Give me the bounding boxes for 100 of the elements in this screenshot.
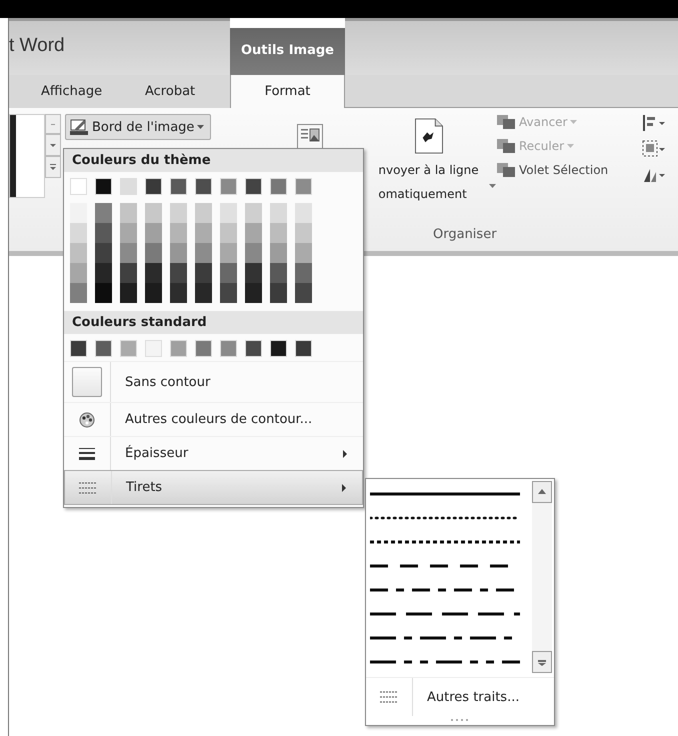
color-swatch[interactable] [120,340,137,357]
color-swatch[interactable] [170,243,187,263]
color-swatch[interactable] [195,340,212,357]
color-swatch[interactable] [270,340,287,357]
color-swatch[interactable] [195,263,212,283]
button-label: nvoyer à la ligne omatiquement [378,162,479,203]
palette-icon [79,412,95,428]
color-swatch[interactable] [170,178,187,195]
wrap-text-button[interactable]: nvoyer à la ligne omatiquement [365,114,492,206]
border-button[interactable]: Bord de l'image [65,114,212,140]
color-swatch[interactable] [170,223,187,243]
color-swatch[interactable] [245,223,262,243]
dashed-lines-icon [79,482,97,494]
color-swatch[interactable] [70,203,87,223]
color-swatch[interactable] [120,283,137,303]
color-swatch[interactable] [295,203,312,223]
style-gallery[interactable] [9,114,45,198]
ribbon-tab[interactable]: Acrobat [113,75,230,108]
scroll-up-icon [532,481,552,503]
color-swatch[interactable] [145,223,162,243]
layers-icon [496,138,516,154]
color-swatch[interactable] [245,203,262,223]
color-swatch[interactable] [220,340,237,357]
color-swatch[interactable] [270,203,287,223]
color-swatch[interactable] [195,178,212,195]
color-swatch[interactable] [245,243,262,263]
layers-icon [496,114,516,130]
section-header: Couleurs du thème [64,149,363,172]
color-swatch[interactable] [145,340,162,357]
color-swatch[interactable] [245,340,262,357]
color-swatch[interactable] [270,263,287,283]
color-swatch[interactable] [245,283,262,303]
color-swatch[interactable] [220,203,237,223]
color-swatch[interactable] [220,283,237,303]
color-swatch[interactable] [70,178,87,195]
color-swatch[interactable] [70,243,87,263]
color-swatch[interactable] [170,340,187,357]
color-swatch[interactable] [70,340,87,357]
color-swatch[interactable] [120,178,137,195]
color-swatch[interactable] [295,263,312,283]
color-swatch[interactable] [195,283,212,303]
caret-icon [197,125,204,129]
color-swatch[interactable] [95,340,112,357]
color-swatch[interactable] [95,243,112,263]
ribbon-tab[interactable]: Affichage [9,75,113,108]
color-swatch[interactable] [270,178,287,195]
menu-item[interactable]: Autres traits... [366,677,554,716]
color-swatch[interactable] [170,283,187,303]
color-swatch[interactable] [295,223,312,243]
color-swatch[interactable] [120,223,137,243]
color-swatch[interactable] [95,223,112,243]
color-swatch[interactable] [220,178,237,195]
ribbon-tab[interactable]: Format [230,75,345,108]
color-swatch[interactable] [220,223,237,243]
color-swatch[interactable] [195,243,212,263]
color-swatch[interactable] [95,203,112,223]
color-swatch[interactable] [245,263,262,283]
color-swatch[interactable] [95,283,112,303]
color-swatch[interactable] [295,283,312,303]
button-label: Bord de l'image [92,120,194,134]
color-swatch[interactable] [120,203,137,223]
scroll-up-icon [45,114,61,134]
color-swatch[interactable] [295,243,312,263]
color-swatch[interactable] [170,263,187,283]
color-swatch[interactable] [70,283,87,303]
color-swatch[interactable] [220,243,237,263]
pen-icon [69,118,89,136]
color-swatch[interactable] [95,263,112,283]
scrollbar[interactable] [532,481,552,673]
menu-item[interactable]: Autres couleurs de contour... [64,402,363,436]
color-swatch[interactable] [295,340,312,357]
color-swatch[interactable] [70,263,87,283]
menu-item[interactable]: Tirets [64,470,363,505]
menu-item[interactable]: Sans contour [64,361,363,402]
color-swatch[interactable] [270,223,287,243]
color-swatch[interactable] [95,178,112,195]
color-swatch[interactable] [195,203,212,223]
scroll-down-icon [45,134,61,156]
arrange-button[interactable]: Volet Sélection [496,162,636,178]
color-swatch[interactable] [170,203,187,223]
color-swatch[interactable] [120,243,137,263]
caret-icon [567,144,574,148]
scroll-down-icon [532,651,552,673]
color-swatch[interactable] [270,243,287,263]
color-swatch[interactable] [145,243,162,263]
more-icon [45,156,61,178]
dashed-lines-icon [380,691,398,703]
color-swatch[interactable] [120,263,137,283]
color-swatch[interactable] [145,178,162,195]
color-swatch[interactable] [145,283,162,303]
color-swatch[interactable] [270,283,287,303]
color-swatch[interactable] [145,263,162,283]
color-swatch[interactable] [245,178,262,195]
color-swatch[interactable] [70,223,87,243]
resize-grip-icon [450,718,470,722]
color-swatch[interactable] [295,178,312,195]
color-swatch[interactable] [195,223,212,243]
submenu-arrow-icon [342,484,346,492]
color-swatch[interactable] [145,203,162,223]
color-swatch[interactable] [220,263,237,283]
